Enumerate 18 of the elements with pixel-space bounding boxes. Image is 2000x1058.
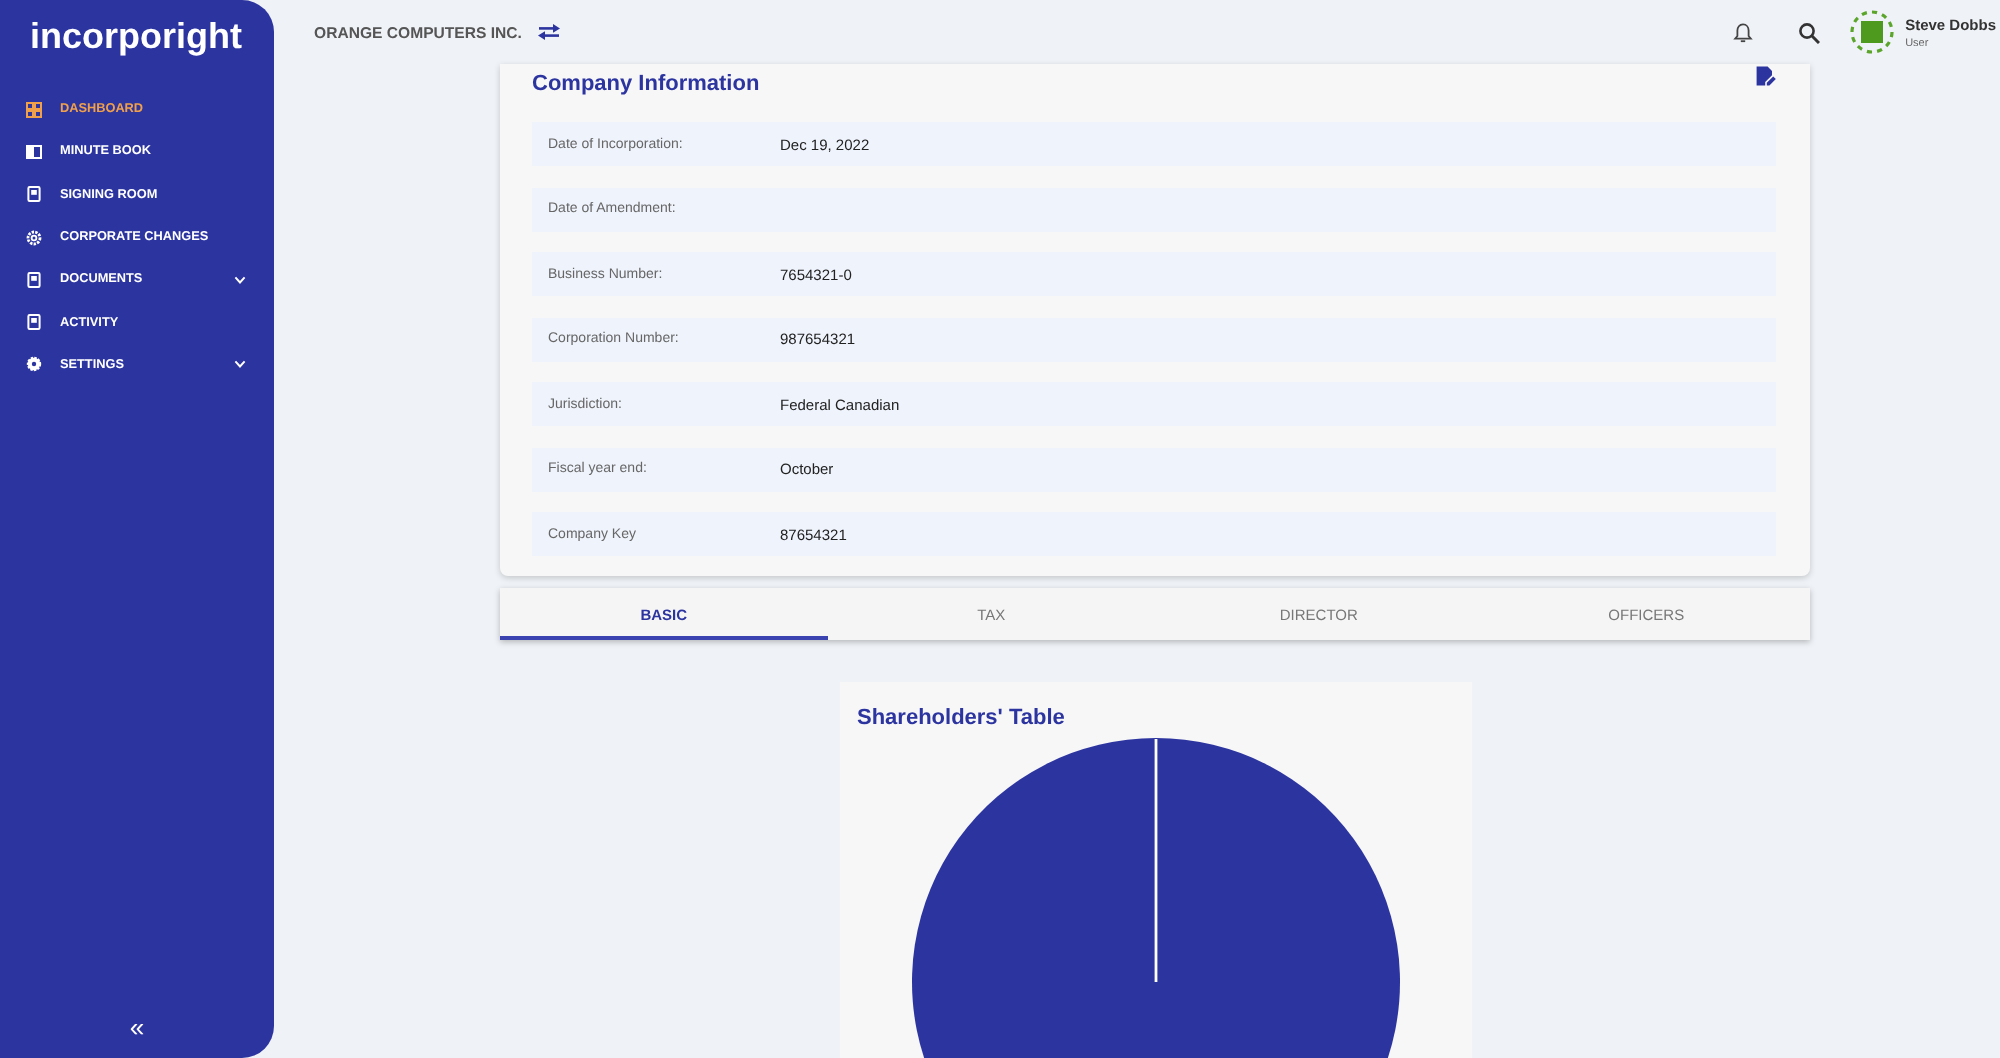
book-icon <box>26 143 42 160</box>
document-icon <box>26 186 42 203</box>
card-title: Company Information <box>532 70 760 100</box>
chart-title: Shareholders' Table <box>857 704 1065 734</box>
gear-icon <box>26 229 42 246</box>
document-icon <box>26 271 42 288</box>
search-icon[interactable] <box>1797 21 1820 43</box>
collapse-button[interactable]: « <box>125 1014 149 1042</box>
chevron-down-icon <box>234 275 246 284</box>
swap-arrows-icon[interactable] <box>537 24 560 40</box>
document-icon <box>26 314 42 331</box>
edit-icon[interactable] <box>1756 66 1776 86</box>
logo: incorporight <box>30 16 242 56</box>
grid-icon <box>26 101 42 118</box>
gear-icon <box>26 356 42 373</box>
avatar-icon[interactable] <box>1849 10 1894 54</box>
chevron-down-icon <box>234 360 246 369</box>
bell-icon[interactable] <box>1731 21 1754 43</box>
